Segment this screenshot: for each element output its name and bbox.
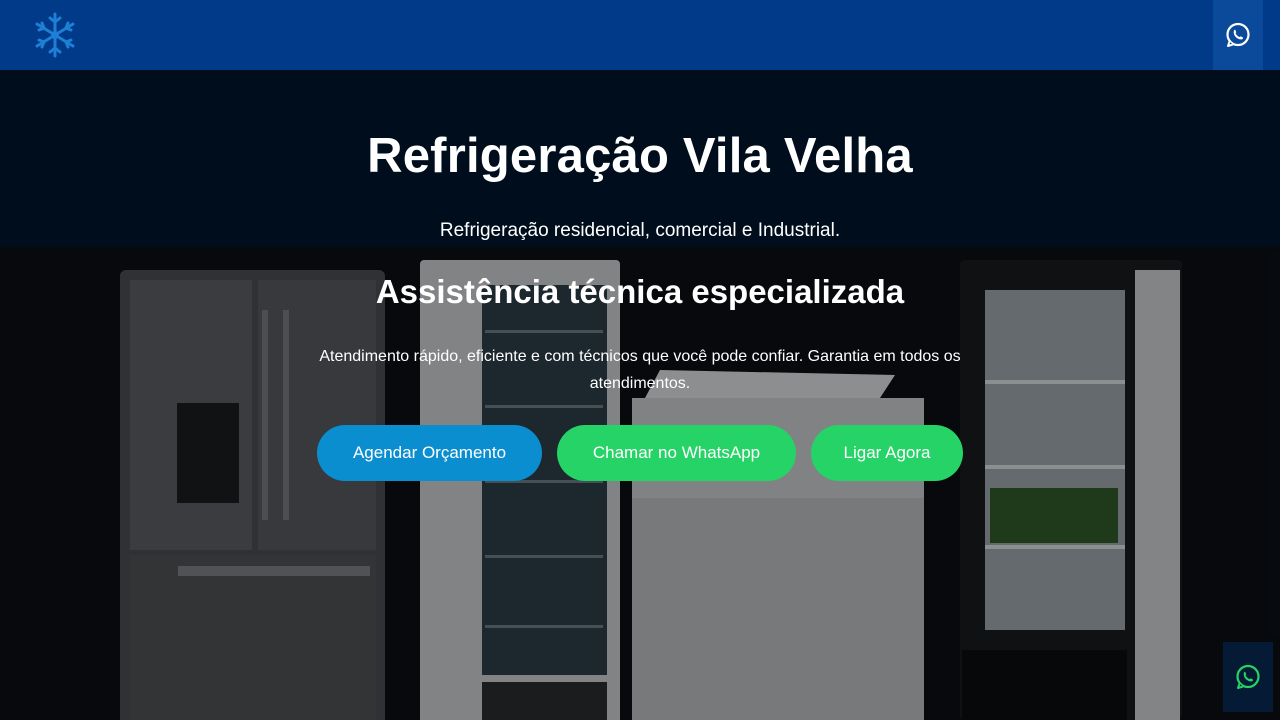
hero-heading: Assistência técnica especializada [375,273,905,310]
whatsapp-chat-button[interactable]: Chamar no WhatsApp [557,425,796,481]
snowflake-logo-icon[interactable] [32,10,78,60]
call-now-button[interactable]: Ligar Agora [811,425,963,481]
floating-whatsapp-button[interactable] [1223,642,1273,712]
whatsapp-icon [1236,664,1260,689]
header-whatsapp-button[interactable] [1213,0,1263,70]
hero-subtitle: Refrigeração residencial, comercial e In… [439,220,841,241]
whatsapp-icon [1226,22,1250,47]
hero-section: Refrigeração Vila Velha Refrigeração res… [0,70,1280,720]
hero-description: Atendimento rápido, eficiente e com técn… [319,348,961,392]
site-header [0,0,1280,70]
page-title: Refrigeração Vila Velha [367,129,913,183]
schedule-quote-button[interactable]: Agendar Orçamento [317,425,542,481]
